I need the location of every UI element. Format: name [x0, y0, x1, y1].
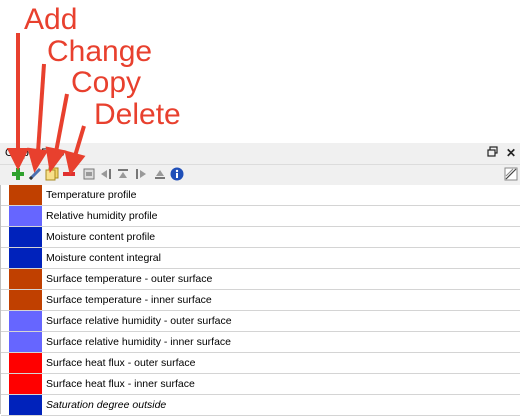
list-item[interactable]: Surface temperature - inner surface: [1, 290, 520, 311]
color-swatch: [9, 332, 42, 352]
delete-icon[interactable]: [62, 167, 76, 181]
list-item-label: Surface heat flux - outer surface: [46, 357, 196, 369]
panel-title: Output Files: [5, 147, 65, 159]
list-item[interactable]: Relative humidity profile: [1, 206, 520, 227]
annotation-add: Add: [24, 3, 78, 36]
close-icon[interactable]: ✕: [504, 146, 518, 160]
edit-icon[interactable]: [28, 167, 42, 181]
list-item[interactable]: Surface heat flux - outer surface: [1, 353, 520, 374]
move-top-icon[interactable]: [116, 167, 130, 181]
panel-titlebar: Output Files ✕: [0, 143, 520, 165]
color-swatch: [9, 227, 42, 247]
copy-icon[interactable]: [45, 167, 59, 181]
color-swatch: [9, 185, 42, 205]
list-item[interactable]: Surface relative humidity - outer surfac…: [1, 311, 520, 332]
list-item-label: Surface temperature - outer surface: [46, 273, 213, 285]
color-swatch: [9, 269, 42, 289]
list-item[interactable]: Surface temperature - outer surface: [1, 269, 520, 290]
list-item-label: Surface heat flux - inner surface: [46, 378, 195, 390]
list-item-label: Moisture content profile: [46, 231, 156, 243]
annotation-copy: Copy: [71, 66, 142, 99]
list-item-label: Moisture content integral: [46, 252, 161, 264]
chart-toggle-icon[interactable]: [504, 167, 518, 181]
list-item-label: Temperature profile: [46, 189, 137, 201]
toolbar: [0, 165, 520, 185]
properties-icon[interactable]: [82, 167, 96, 181]
list-item-label: Surface relative humidity - outer surfac…: [46, 315, 232, 327]
restore-icon[interactable]: [486, 146, 500, 160]
move-bottom-icon[interactable]: [153, 167, 167, 181]
list-item[interactable]: Moisture content profile: [1, 227, 520, 248]
color-swatch: [9, 374, 42, 394]
color-swatch: [9, 353, 42, 373]
info-icon[interactable]: [170, 167, 184, 181]
color-swatch: [9, 248, 42, 268]
move-right-icon[interactable]: [99, 167, 113, 181]
list-item-label: Surface relative humidity - inner surfac…: [46, 336, 231, 348]
output-files-panel: Output Files ✕ Temperature profile Relat…: [0, 143, 520, 416]
add-icon[interactable]: [11, 167, 25, 181]
annotation-delete: Delete: [94, 98, 181, 131]
color-swatch: [9, 206, 42, 226]
list-item[interactable]: Surface relative humidity - inner surfac…: [1, 332, 520, 353]
color-swatch: [9, 290, 42, 310]
list-item-label: Surface temperature - inner surface: [46, 294, 212, 306]
list-item[interactable]: Saturation degree outside: [1, 395, 520, 416]
output-files-list: Temperature profile Relative humidity pro…: [0, 185, 520, 416]
annotation-change: Change: [47, 35, 153, 68]
move-left-icon[interactable]: [134, 167, 148, 181]
list-item[interactable]: Temperature profile: [1, 185, 520, 206]
list-item-label: Relative humidity profile: [46, 210, 158, 222]
arrow-change: [36, 63, 46, 153]
list-item[interactable]: Moisture content integral: [1, 248, 520, 269]
list-item-label: Saturation degree outside: [46, 399, 167, 411]
color-swatch: [9, 395, 42, 415]
list-item[interactable]: Surface heat flux - inner surface: [1, 374, 520, 395]
color-swatch: [9, 311, 42, 331]
